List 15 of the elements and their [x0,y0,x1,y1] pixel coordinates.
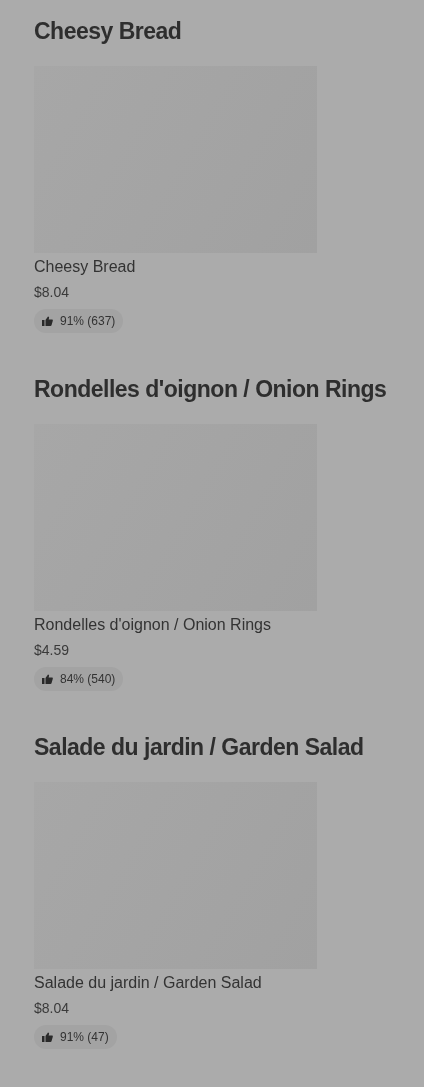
item-name: Cheesy Bread [34,257,136,277]
rating-text: 84% (540) [60,671,116,688]
thumbs-up-icon [42,316,53,326]
item-price: $8.04 [34,999,70,1017]
section-heading: Cheesy Bread [34,17,183,46]
item-price: $8.04 [34,283,70,301]
item-name: Rondelles d'oignon / Onion Rings [34,615,271,635]
rating-text: 91% (47) [60,1029,109,1046]
item-price: $4.59 [34,641,70,659]
thumbs-up-icon [42,1032,53,1042]
item-name: Salade du jardin / Garden Salad [34,973,262,993]
rating-text: 91% (637) [60,313,116,330]
section-heading: Salade du jardin / Garden Salad [34,733,365,762]
thumbs-up-icon [42,674,53,684]
section-heading: Rondelles d'oignon / Onion Rings [34,375,388,404]
